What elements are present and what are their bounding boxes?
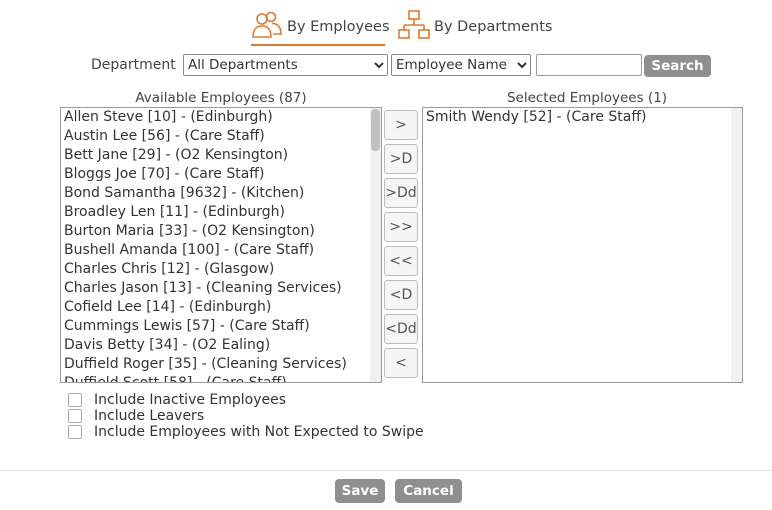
cancel-button[interactable]: Cancel [395, 479, 462, 503]
add-selected-button[interactable]: > [384, 110, 418, 140]
remove-department-descendants-button[interactable]: <Dd [384, 314, 418, 344]
tab-by-employees-label: By Employees [287, 19, 390, 35]
list-item[interactable]: Davis Betty [34] - (O2 Ealing) [61, 336, 381, 355]
scroll-thumb[interactable] [371, 109, 380, 151]
list-item[interactable]: Bett Jane [29] - (O2 Kensington) [61, 146, 381, 165]
available-list-scrollbar[interactable] [370, 108, 381, 382]
list-item[interactable]: Duffield Roger [35] - (Cleaning Services… [61, 355, 381, 374]
remove-selected-button[interactable]: < [384, 348, 418, 378]
include-not-expected-checkbox[interactable] [68, 425, 82, 439]
tab-by-employees[interactable]: By Employees [251, 8, 390, 46]
department-select[interactable]: All Departments [183, 54, 388, 76]
include-inactive-option[interactable]: Include Inactive Employees [68, 392, 286, 408]
list-item[interactable]: Bond Samantha [9632] - (Kitchen) [61, 184, 381, 203]
active-tab-indicator [251, 44, 385, 46]
save-button[interactable]: Save [335, 479, 385, 503]
filter-bar: Department All Departments Employee Name… [0, 54, 772, 78]
sort-select[interactable]: Employee Name [391, 54, 531, 76]
available-employees-list[interactable]: Allen Steve [10] - (Edinburgh) Austin Le… [60, 107, 382, 383]
footer-divider [0, 470, 772, 471]
list-item[interactable]: Charles Chris [12] - (Glasgow) [61, 260, 381, 279]
include-leavers-option[interactable]: Include Leavers [68, 408, 204, 424]
list-item[interactable]: Austin Lee [56] - (Care Staff) [61, 127, 381, 146]
include-not-expected-option[interactable]: Include Employees with Not Expected to S… [68, 424, 424, 440]
list-item[interactable]: Charles Jason [13] - (Cleaning Services) [61, 279, 381, 298]
available-employees-title: Available Employees (87) [135, 90, 307, 106]
add-department-button[interactable]: >D [384, 144, 418, 174]
tab-by-departments-label: By Departments [434, 19, 553, 35]
remove-department-button[interactable]: <D [384, 280, 418, 310]
include-leavers-label: Include Leavers [94, 408, 205, 424]
org-chart-icon [398, 9, 430, 45]
add-department-descendants-button[interactable]: >Dd [384, 178, 418, 208]
remove-all-button[interactable]: << [384, 246, 418, 276]
list-item[interactable]: Duffield Scott [58] - (Care Staff) [61, 374, 381, 382]
list-item[interactable]: Bushell Amanda [100] - (Care Staff) [61, 241, 381, 260]
list-item[interactable]: Cummings Lewis [57] - (Care Staff) [61, 317, 381, 336]
list-item[interactable]: Allen Steve [10] - (Edinburgh) [61, 108, 381, 127]
include-inactive-checkbox[interactable] [68, 393, 82, 407]
tab-by-departments[interactable]: By Departments [398, 8, 552, 46]
list-item[interactable]: Burton Maria [33] - (O2 Kensington) [61, 222, 381, 241]
users-icon [251, 9, 283, 45]
tab-bar: By Employees By Departments [0, 8, 772, 52]
include-not-expected-label: Include Employees with Not Expected to S… [94, 424, 424, 440]
selected-employees-list[interactable]: Smith Wendy [52] - (Care Staff) [422, 107, 743, 383]
selected-employees-title: Selected Employees (1) [506, 90, 668, 106]
search-input[interactable] [536, 54, 642, 76]
list-item[interactable]: Broadley Len [11] - (Edinburgh) [61, 203, 381, 222]
include-inactive-label: Include Inactive Employees [94, 392, 287, 408]
selected-list-scrollbar[interactable] [731, 108, 742, 382]
list-item[interactable]: Bloggs Joe [70] - (Care Staff) [61, 165, 381, 184]
add-all-button[interactable]: >> [384, 212, 418, 242]
department-label: Department [91, 57, 176, 73]
list-item[interactable]: Smith Wendy [52] - (Care Staff) [423, 108, 742, 127]
include-leavers-checkbox[interactable] [68, 409, 82, 423]
list-item[interactable]: Cofield Lee [14] - (Edinburgh) [61, 298, 381, 317]
search-button[interactable]: Search [644, 55, 711, 77]
